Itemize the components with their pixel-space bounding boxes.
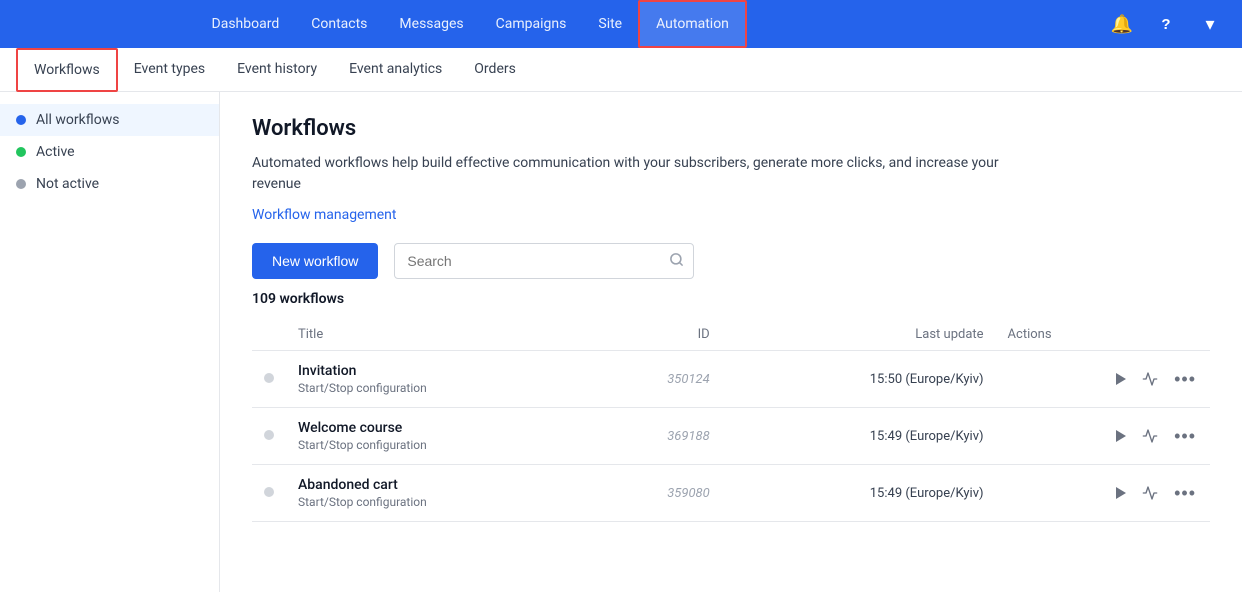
row-status-dot [252, 351, 286, 408]
subnav-orders[interactable]: Orders [458, 48, 532, 92]
col-actions-header: Actions [996, 319, 1210, 351]
search-wrapper [394, 243, 694, 279]
subnav-event-analytics[interactable]: Event analytics [333, 48, 458, 92]
all-workflows-dot [16, 115, 26, 125]
ellipsis-icon-0: ••• [1174, 369, 1196, 390]
top-navigation: Dashboard Contacts Messages Campaigns Si… [0, 0, 1242, 48]
more-button-2[interactable]: ••• [1172, 481, 1198, 506]
subnav-workflows[interactable]: Workflows [16, 48, 118, 92]
page-title: Workflows [252, 116, 1210, 141]
page-description: Automated workflows help build effective… [252, 153, 1012, 195]
row-name-cell: Welcome course Start/Stop configuration [286, 408, 590, 465]
chart-icon-0 [1142, 371, 1158, 387]
play-button-2[interactable] [1114, 485, 1128, 501]
action-icons-0: ••• [1008, 367, 1198, 392]
play-icon-1 [1116, 430, 1126, 442]
workflow-name-1[interactable]: Welcome course [298, 420, 578, 436]
sub-navigation: Workflows Event types Event history Even… [0, 48, 1242, 92]
nav-messages[interactable]: Messages [383, 0, 479, 48]
status-dot-1 [264, 430, 274, 440]
subnav-event-history[interactable]: Event history [221, 48, 333, 92]
workflow-name-2[interactable]: Abandoned cart [298, 477, 578, 493]
workflow-sub-1: Start/Stop configuration [298, 438, 578, 452]
row-update-cell-1: 15:49 (Europe/Kyiv) [722, 408, 996, 465]
col-id-header: ID [590, 319, 722, 351]
active-dot [16, 147, 26, 157]
col-status-header [252, 319, 286, 351]
row-actions-cell-0: ••• [996, 351, 1210, 408]
chart-icon-1 [1142, 428, 1158, 444]
nav-contacts[interactable]: Contacts [295, 0, 383, 48]
notification-icon: 🔔 [1111, 14, 1133, 35]
sidebar-item-not-active[interactable]: Not active [0, 168, 219, 200]
row-update-cell-0: 15:50 (Europe/Kyiv) [722, 351, 996, 408]
sidebar-item-active[interactable]: Active [0, 136, 219, 168]
play-button-0[interactable] [1114, 371, 1128, 387]
search-input[interactable] [394, 243, 694, 279]
subnav-event-types[interactable]: Event types [118, 48, 221, 92]
analytics-button-0[interactable] [1140, 369, 1160, 389]
chevron-down-icon: ▾ [1205, 14, 1214, 35]
sidebar-label-all-workflows: All workflows [36, 112, 119, 128]
new-workflow-button[interactable]: New workflow [252, 243, 378, 279]
sidebar-label-active: Active [36, 144, 75, 160]
row-actions-cell-2: ••• [996, 465, 1210, 522]
main-content: Workflows Automated workflows help build… [220, 92, 1242, 592]
workflow-name-0[interactable]: Invitation [298, 363, 578, 379]
help-button[interactable]: ? [1150, 8, 1182, 40]
table-row: Invitation Start/Stop configuration 3501… [252, 351, 1210, 408]
chart-icon-2 [1142, 485, 1158, 501]
workflow-sub-0: Start/Stop configuration [298, 381, 578, 395]
not-active-dot [16, 179, 26, 189]
action-icons-1: ••• [1008, 424, 1198, 449]
sidebar-item-all-workflows[interactable]: All workflows [0, 104, 219, 136]
more-button-0[interactable]: ••• [1172, 367, 1198, 392]
toolbar: New workflow [252, 243, 1210, 279]
row-id-cell-2: 359080 [590, 465, 722, 522]
sidebar-label-not-active: Not active [36, 176, 99, 192]
nav-automation[interactable]: Automation [638, 0, 747, 48]
more-button-1[interactable]: ••• [1172, 424, 1198, 449]
row-name-cell: Abandoned cart Start/Stop configuration [286, 465, 590, 522]
col-update-header: Last update [722, 319, 996, 351]
workflow-sub-2: Start/Stop configuration [298, 495, 578, 509]
action-icons-2: ••• [1008, 481, 1198, 506]
top-nav-links: Dashboard Contacts Messages Campaigns Si… [196, 0, 747, 48]
play-button-1[interactable] [1114, 428, 1128, 444]
table-row: Abandoned cart Start/Stop configuration … [252, 465, 1210, 522]
profile-dropdown-button[interactable]: ▾ [1194, 8, 1226, 40]
workflow-management-link[interactable]: Workflow management [252, 207, 397, 223]
nav-campaigns[interactable]: Campaigns [480, 0, 583, 48]
sidebar: All workflows Active Not active [0, 92, 220, 592]
analytics-button-2[interactable] [1140, 483, 1160, 503]
status-dot-0 [264, 373, 274, 383]
col-title-header: Title [286, 319, 590, 351]
play-icon-0 [1116, 373, 1126, 385]
analytics-button-1[interactable] [1140, 426, 1160, 446]
row-name-cell: Invitation Start/Stop configuration [286, 351, 590, 408]
notification-button[interactable]: 🔔 [1106, 8, 1138, 40]
table-row: Welcome course Start/Stop configuration … [252, 408, 1210, 465]
workflow-count: 109 workflows [252, 291, 1210, 307]
ellipsis-icon-1: ••• [1174, 426, 1196, 447]
help-icon: ? [1161, 16, 1170, 33]
nav-site[interactable]: Site [582, 0, 638, 48]
workflows-table: Title ID Last update Actions Invitation … [252, 319, 1210, 522]
ellipsis-icon-2: ••• [1174, 483, 1196, 504]
top-nav-right: 🔔 ? ▾ [1106, 8, 1226, 40]
row-status-dot [252, 408, 286, 465]
row-id-cell-1: 369188 [590, 408, 722, 465]
play-icon-2 [1116, 487, 1126, 499]
row-status-dot [252, 465, 286, 522]
row-id-cell-0: 350124 [590, 351, 722, 408]
main-container: All workflows Active Not active Workflow… [0, 92, 1242, 592]
nav-dashboard[interactable]: Dashboard [196, 0, 296, 48]
row-update-cell-2: 15:49 (Europe/Kyiv) [722, 465, 996, 522]
row-actions-cell-1: ••• [996, 408, 1210, 465]
status-dot-2 [264, 487, 274, 497]
